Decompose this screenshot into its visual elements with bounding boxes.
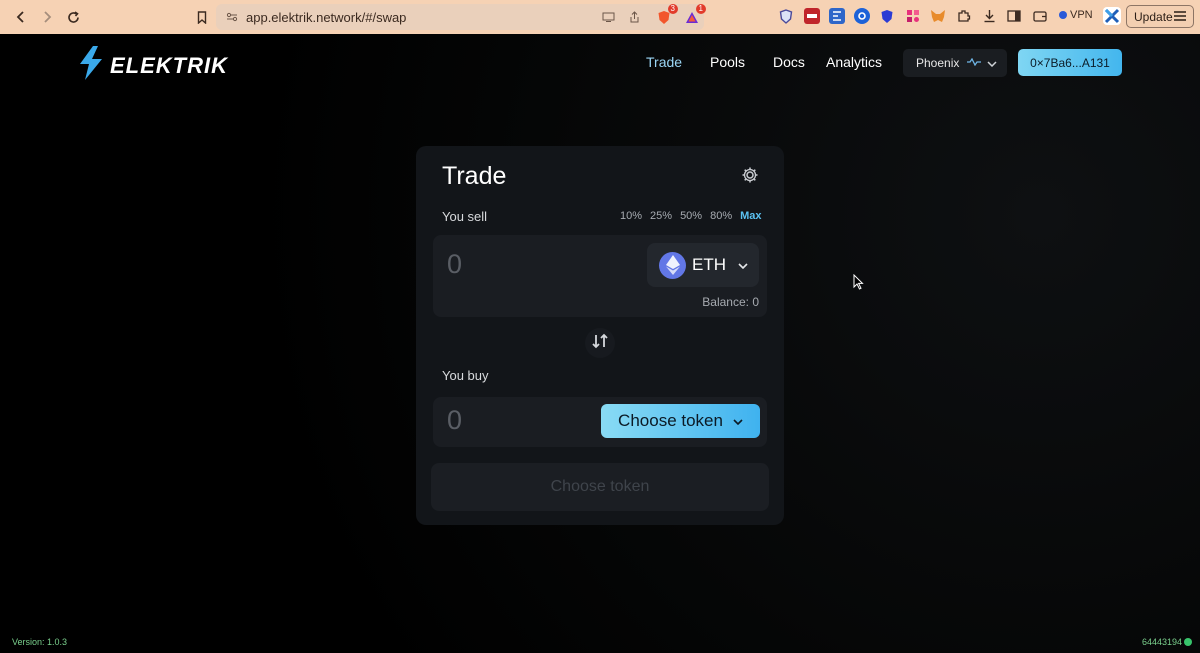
sell-label: You sell [442, 209, 488, 224]
trade-card: Trade You sell 10% 25% 50% 80% Max 0 ETH [416, 146, 784, 525]
vpn-status-icon [1059, 11, 1067, 19]
sell-panel: 0 ETH Balance: 0 [433, 235, 767, 317]
chevron-down-icon [987, 56, 997, 70]
card-title: Trade [442, 162, 507, 190]
swap-direction-button[interactable] [585, 328, 615, 358]
gear-icon[interactable] [741, 166, 759, 184]
forward-icon[interactable] [36, 6, 58, 28]
address-bar[interactable]: app.elektrik.network/#/swap 3 1 [216, 4, 706, 30]
url-text[interactable]: app.elektrik.network/#/swap [246, 10, 406, 25]
buy-panel: 0 Choose token [433, 397, 767, 447]
alert-badge: 1 [695, 4, 706, 14]
back-icon[interactable] [10, 6, 32, 28]
sell-token-select[interactable]: ETH [647, 243, 759, 287]
nav-pools[interactable]: Pools [710, 54, 745, 70]
cast-icon[interactable] [600, 9, 616, 25]
profile-avatar-icon[interactable] [1103, 7, 1121, 25]
brave-shields-icon[interactable]: 3 [656, 4, 678, 25]
extension-shield-blue-icon[interactable] [879, 8, 895, 24]
live-status-icon [1184, 638, 1192, 646]
percentage-shortcuts: 10% 25% 50% 80% Max [620, 210, 762, 222]
pct-80-button[interactable]: 80% [710, 210, 732, 222]
brave-rewards-icon[interactable]: 1 [684, 4, 706, 25]
update-button[interactable]: Update [1126, 5, 1194, 28]
brand-logo[interactable]: ELEKTRIK [78, 46, 228, 85]
network-activity-icon [967, 57, 982, 69]
nav-analytics[interactable]: Analytics [826, 54, 882, 70]
extension-blue-icon[interactable] [829, 8, 845, 24]
swap-arrows-icon [591, 333, 609, 354]
network-name: Phoenix [916, 56, 960, 70]
mouse-cursor-icon [853, 273, 864, 295]
sell-token-symbol: ETH [692, 255, 726, 274]
choose-token-button[interactable]: Choose token [601, 404, 760, 438]
lightning-logo-icon [78, 46, 104, 85]
app-version: Version: 1.0.3 [12, 637, 68, 647]
menu-icon [1174, 10, 1186, 24]
download-icon[interactable] [981, 8, 997, 24]
extension-pink-icon[interactable] [905, 8, 921, 24]
choose-token-label: Choose token [618, 411, 723, 430]
max-button[interactable]: Max [740, 210, 761, 222]
nav-trade[interactable]: Trade [646, 54, 682, 70]
metamask-icon[interactable] [930, 8, 946, 24]
chevron-down-icon [733, 414, 743, 428]
bookmark-icon[interactable] [191, 6, 213, 28]
chevron-down-icon [738, 258, 748, 272]
extension-circle-icon[interactable] [854, 8, 870, 24]
wallet-icon[interactable] [1032, 8, 1048, 24]
reload-icon[interactable] [62, 6, 84, 28]
privacy-shield-icon[interactable] [778, 8, 794, 24]
vpn-label: VPN [1070, 9, 1093, 21]
shield-badge: 3 [667, 4, 678, 14]
sidebar-icon[interactable] [1006, 8, 1022, 24]
update-label: Update [1134, 9, 1173, 24]
buy-amount-input[interactable]: 0 [447, 405, 462, 436]
pct-50-button[interactable]: 50% [680, 210, 702, 222]
block-number-text: 64443194 [1141, 637, 1182, 647]
sell-amount-input[interactable]: 0 [447, 249, 462, 280]
app-page: ELEKTRIK Trade Pools Docs Analytics Phoe… [0, 34, 1200, 653]
extensions-puzzle-icon[interactable] [956, 8, 972, 24]
sell-balance: Balance: 0 [702, 295, 759, 309]
vpn-button[interactable]: VPN [1059, 9, 1093, 21]
wallet-address-button[interactable]: 0×7Ba6...A131 [1018, 49, 1122, 76]
eth-icon [659, 251, 686, 279]
pct-10-button[interactable]: 10% [620, 210, 642, 222]
nav-docs[interactable]: Docs [773, 54, 805, 70]
submit-swap-button[interactable]: Choose token [431, 463, 769, 511]
pct-25-button[interactable]: 25% [650, 210, 672, 222]
browser-toolbar: app.elektrik.network/#/swap 3 1 VPN Upda… [0, 0, 1200, 34]
buy-label: You buy [442, 368, 489, 383]
brand-name: ELEKTRIK [110, 52, 228, 78]
block-number: 64443194 [1142, 637, 1192, 647]
site-settings-icon[interactable] [224, 9, 240, 25]
network-select[interactable]: Phoenix [903, 49, 1007, 77]
extension-red-icon[interactable] [804, 8, 820, 24]
share-icon[interactable] [626, 9, 642, 25]
